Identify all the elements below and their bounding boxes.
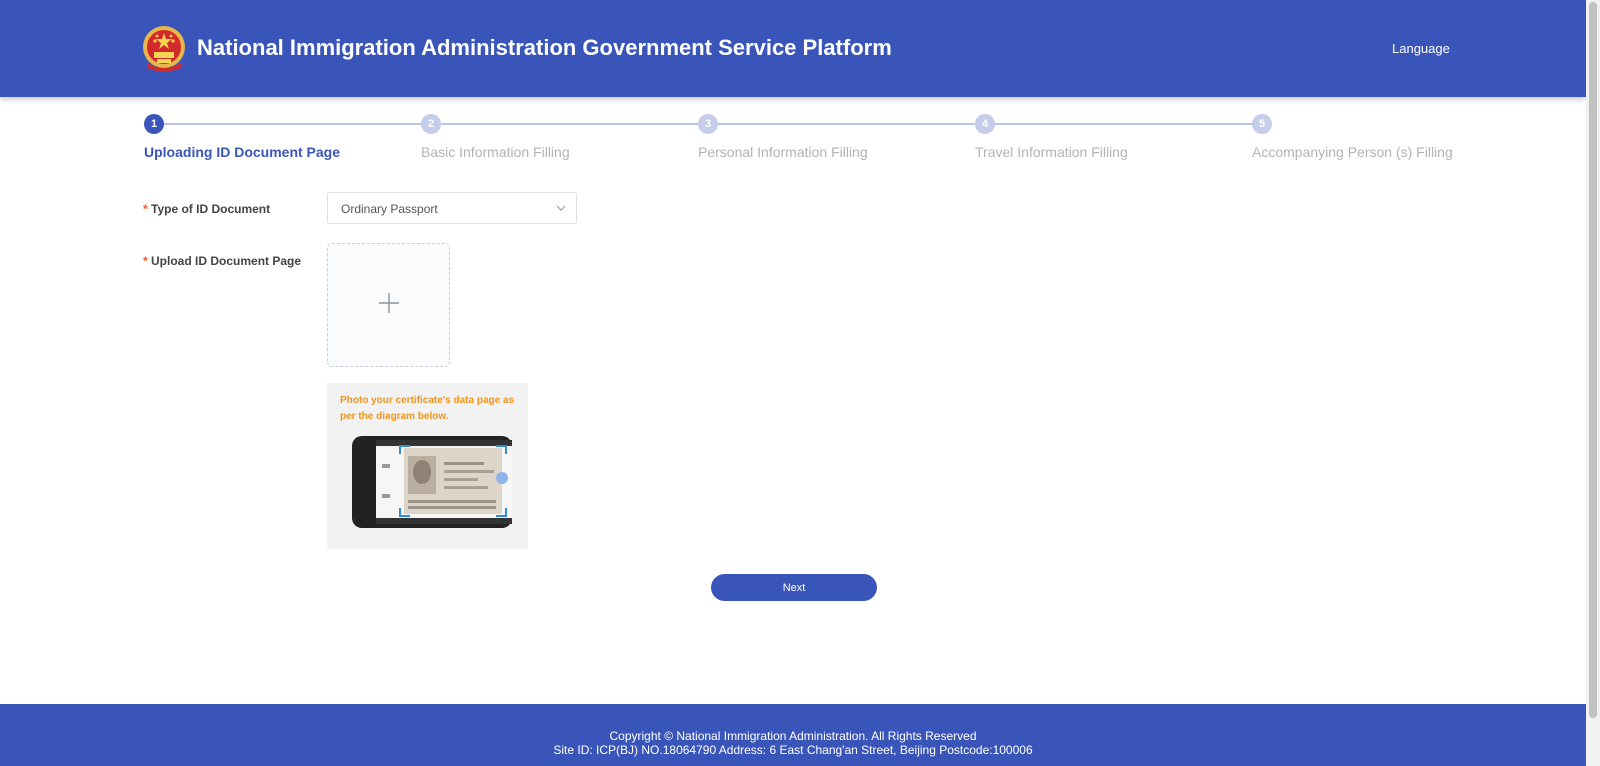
scrollbar-thumb[interactable] — [1589, 2, 1597, 718]
footer-copyright: Copyright © National Immigration Adminis… — [609, 729, 977, 743]
upload-area[interactable] — [327, 243, 450, 367]
required-mark: * — [143, 202, 148, 216]
language-link[interactable]: Language — [1392, 41, 1450, 56]
step-5-label: Accompanying Person (s) Filling — [1252, 144, 1453, 160]
step-3-marker: 3 — [698, 114, 718, 134]
document-type-label-text: Type of ID Document — [151, 202, 271, 216]
upload-label-text: Upload ID Document Page — [151, 254, 302, 268]
page-scrollbar[interactable] — [1586, 0, 1600, 766]
photo-guide-text: Photo your certificate's data page as pe… — [340, 395, 515, 422]
site-title: National Immigration Administration Gove… — [197, 35, 892, 60]
site-header: National Immigration Administration Gove… — [0, 0, 1586, 97]
step-3-label: Personal Information Filling — [698, 144, 868, 160]
step-2-marker: 2 — [421, 114, 441, 134]
step-1-marker: 1 — [144, 114, 164, 134]
document-type-value: Ordinary Passport — [341, 202, 438, 216]
footer-site-info: Site ID: ICP(BJ) NO.18064790 Address: 6 … — [553, 743, 1033, 757]
upload-label: * Upload ID Document Page — [143, 254, 301, 268]
chevron-down-icon — [556, 205, 566, 211]
document-type-label: * Type of ID Document — [143, 202, 270, 216]
required-mark: * — [143, 254, 148, 268]
next-button[interactable]: Next — [711, 574, 877, 601]
step-2-label: Basic Information Filling — [421, 144, 570, 160]
step-4-label: Travel Information Filling — [975, 144, 1128, 160]
phone-scanning-passport-illustration — [352, 436, 512, 528]
photo-guide: Photo your certificate's data page as pe… — [327, 383, 528, 549]
site-footer: Copyright © National Immigration Adminis… — [0, 704, 1586, 766]
step-1-label: Uploading ID Document Page — [144, 144, 341, 160]
step-4-marker: 4 — [975, 114, 995, 134]
national-emblem-icon — [143, 26, 185, 72]
document-type-select[interactable]: Ordinary Passport — [327, 192, 577, 224]
plus-icon — [379, 293, 399, 313]
step-5-marker: 5 — [1252, 114, 1272, 134]
